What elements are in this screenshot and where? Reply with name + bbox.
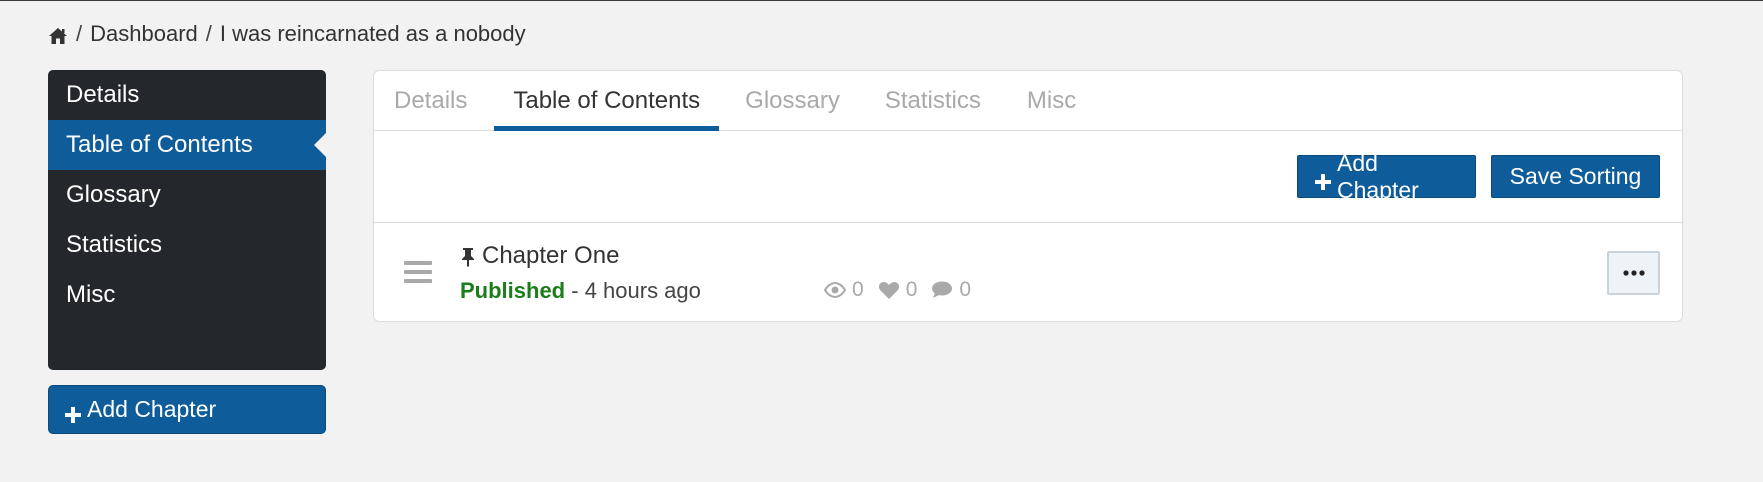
ellipsis-icon [1622, 270, 1645, 276]
main-panel: Details Table of Contents Glossary Stati… [373, 70, 1683, 322]
comment-icon [932, 281, 953, 298]
likes-stat: 0 [878, 278, 918, 302]
breadcrumb-separator: / [76, 21, 83, 46]
tab-misc[interactable]: Misc [1004, 71, 1095, 130]
likes-count: 0 [905, 278, 918, 301]
toc-toolbar: Add Chapter Save Sorting [374, 131, 1682, 223]
views-count: 0 [852, 278, 864, 301]
plus-icon [65, 402, 81, 423]
chapter-title[interactable]: Chapter One [460, 242, 619, 270]
comments-stat: 0 [931, 278, 971, 302]
drag-handle-icon[interactable] [404, 261, 434, 285]
chapter-row: Chapter One Published - 4 hours ago 0 0 … [374, 223, 1682, 321]
status-badge: Published [460, 278, 566, 303]
sidebar-item-glossary[interactable]: Glossary [48, 170, 326, 220]
heart-icon [878, 281, 899, 299]
breadcrumb-current-novel: I was reincarnated as a nobody [219, 21, 526, 46]
add-chapter-label: Add Chapter [1337, 149, 1419, 203]
comments-count: 0 [959, 278, 972, 301]
views-stat: 0 [824, 278, 864, 302]
sidebar-add-chapter-label: Add Chapter [87, 396, 217, 422]
breadcrumb: / Dashboard / I was reincarnated as a no… [48, 21, 526, 47]
breadcrumb-dashboard-link[interactable]: Dashboard [90, 21, 198, 47]
sidebar-item-statistics[interactable]: Statistics [48, 220, 326, 270]
tab-bar: Details Table of Contents Glossary Stati… [374, 71, 1682, 131]
sidebar-item-table-of-contents[interactable]: Table of Contents [48, 120, 326, 170]
home-icon[interactable] [48, 25, 68, 44]
tab-glossary[interactable]: Glossary [719, 71, 862, 130]
save-sorting-label: Save Sorting [1509, 163, 1642, 189]
save-sorting-button[interactable]: Save Sorting [1491, 155, 1660, 198]
sidebar-add-chapter-button[interactable]: Add Chapter [48, 385, 326, 434]
tab-details[interactable]: Details [374, 71, 494, 130]
breadcrumb-separator: / [205, 21, 212, 46]
add-chapter-button[interactable]: Add Chapter [1297, 150, 1476, 203]
chapter-meta: Published - 4 hours ago [460, 278, 701, 304]
tab-table-of-contents[interactable]: Table of Contents [494, 71, 719, 131]
plus-icon [1315, 169, 1331, 190]
chapter-title-text: Chapter One [482, 242, 620, 269]
pin-icon [460, 246, 476, 267]
more-options-button[interactable] [1607, 251, 1660, 295]
sidebar-item-misc[interactable]: Misc [48, 270, 326, 320]
sidebar-nav: Details Table of Contents Glossary Stati… [48, 70, 326, 370]
time-separator: - [565, 278, 585, 303]
sidebar-item-details[interactable]: Details [48, 70, 326, 120]
tab-statistics[interactable]: Statistics [862, 71, 1004, 130]
chapter-stats: 0 0 0 [824, 278, 971, 302]
eye-icon [824, 282, 846, 298]
chapter-time: 4 hours ago [584, 278, 701, 303]
